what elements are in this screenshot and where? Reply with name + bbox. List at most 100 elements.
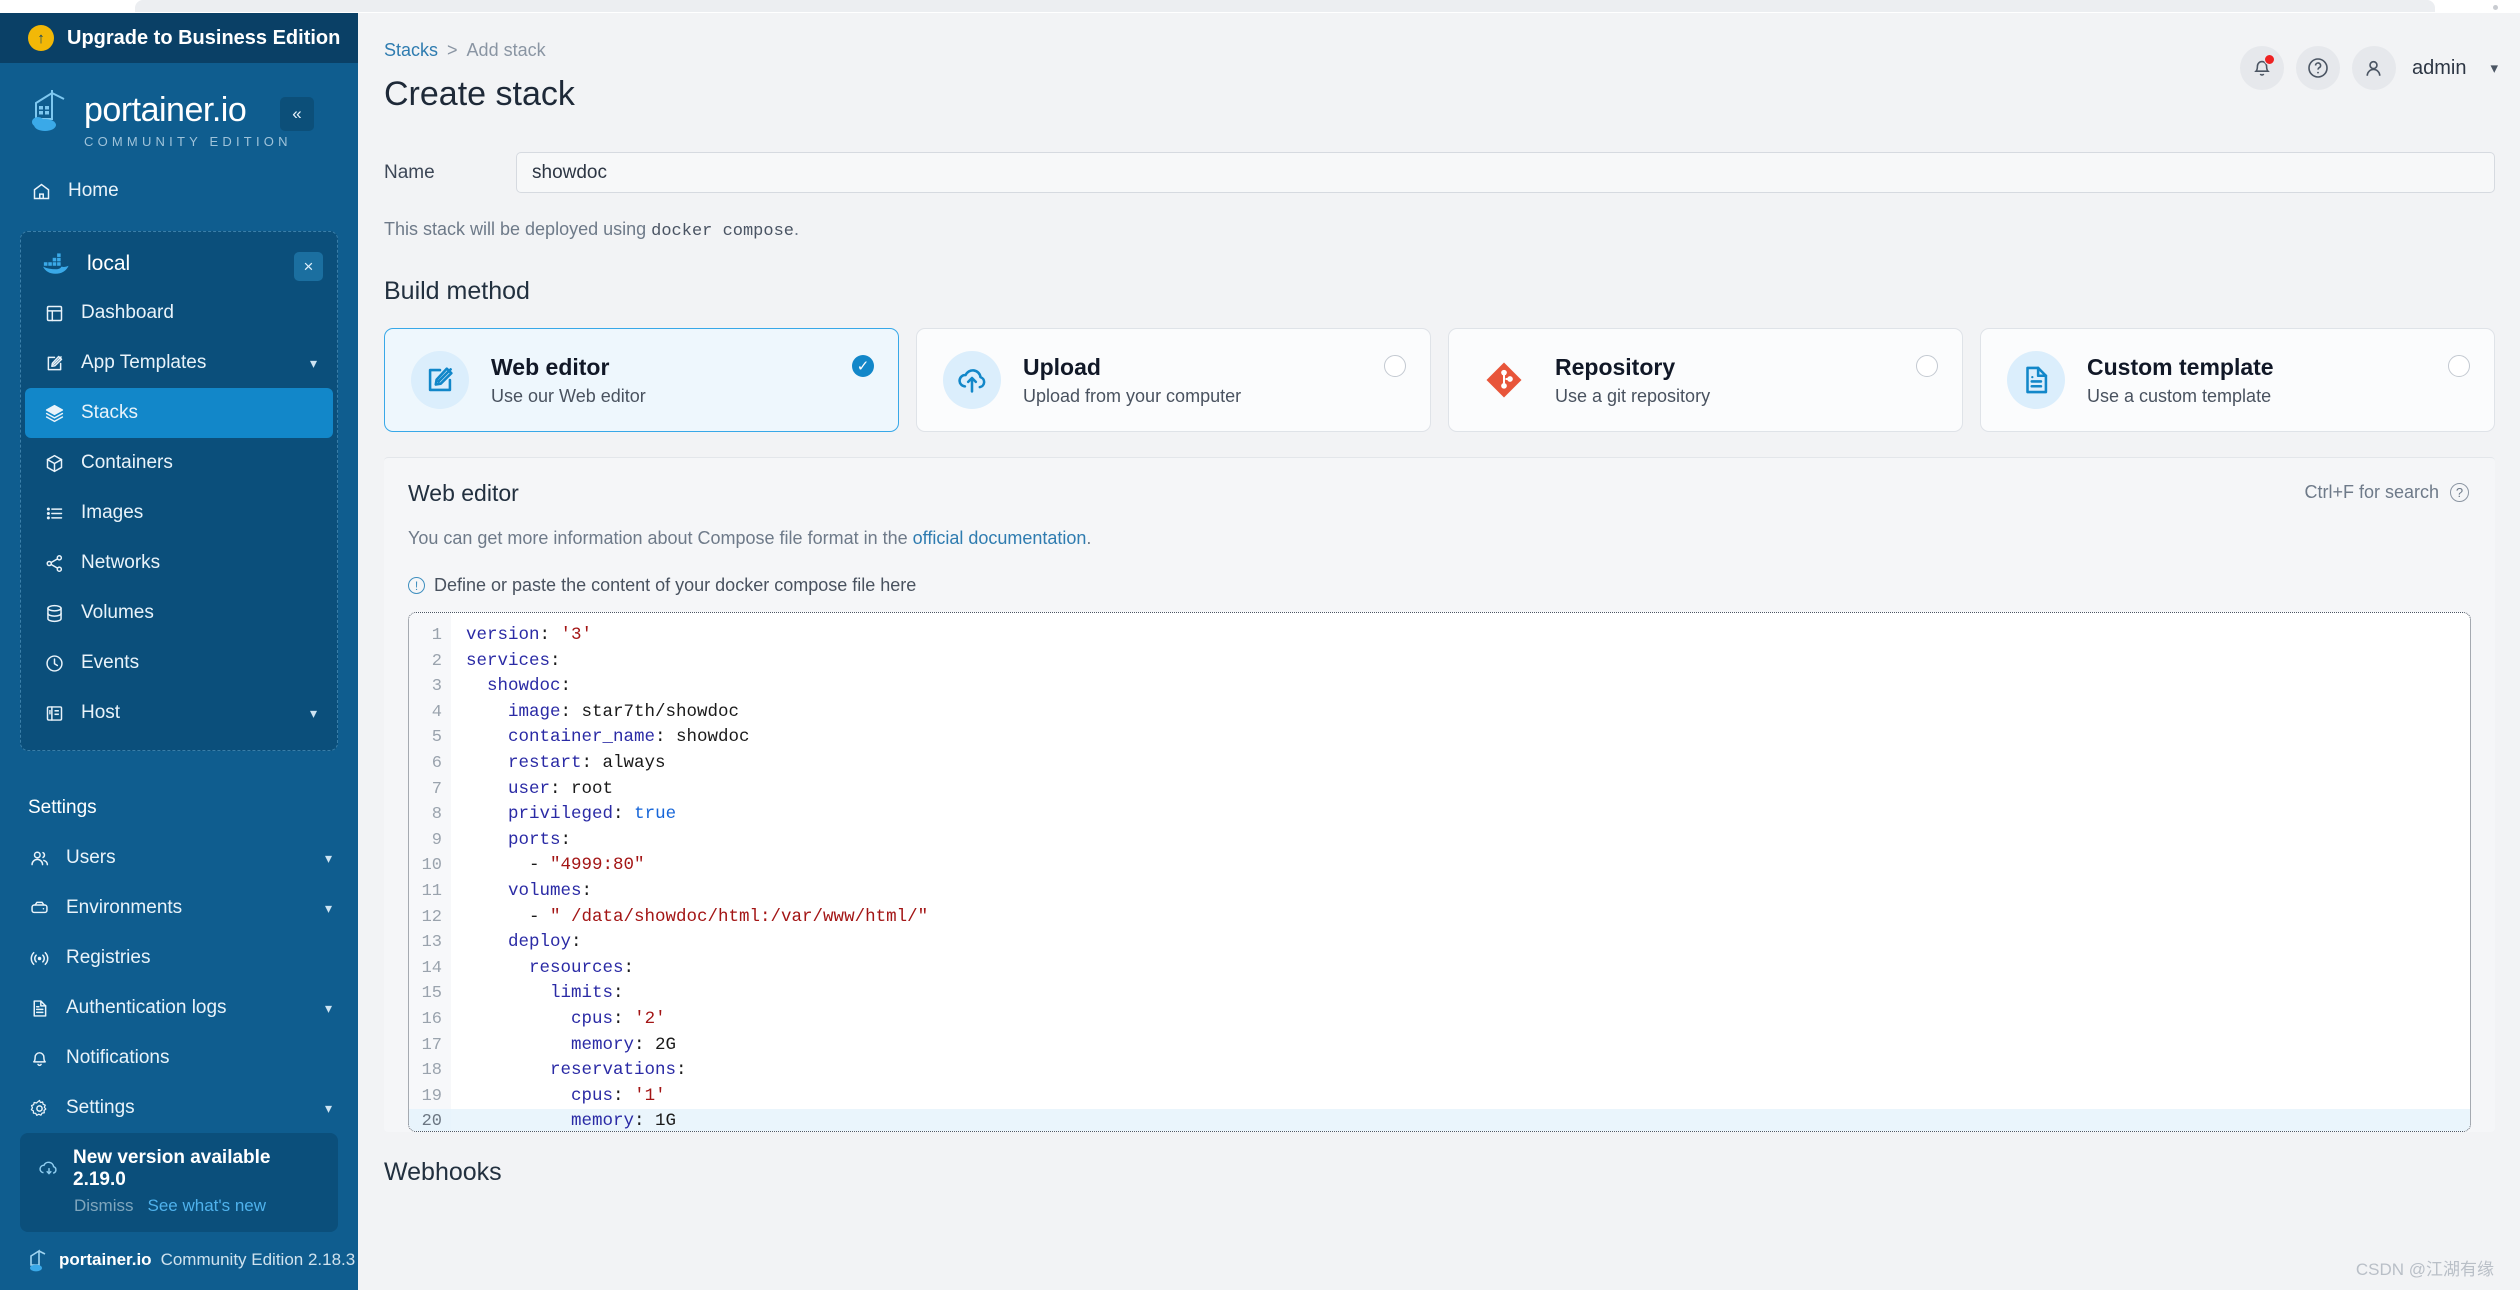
notification-badge [2263, 54, 2275, 65]
environment-header[interactable]: local × [21, 240, 337, 288]
line-number: 1 [431, 626, 442, 645]
avatar[interactable] [2351, 46, 2396, 90]
code-line[interactable]: ports: [451, 828, 2470, 854]
search-hint: Ctrl+F for search ? [2304, 482, 2469, 503]
portainer-logo-icon [30, 89, 72, 133]
sidebar-item-notifications[interactable]: Notifications [20, 1033, 338, 1083]
see-whats-new-link[interactable]: See what's new [148, 1196, 267, 1216]
code-token: cpus [571, 1085, 614, 1106]
build-method-radio[interactable] [1384, 355, 1406, 377]
git-icon [1475, 351, 1533, 409]
close-icon[interactable]: × [294, 252, 323, 281]
build-method-radio[interactable]: ✓ [852, 355, 874, 377]
build-method-desc: Upload from your computer [1023, 385, 1242, 406]
sidebar-item-containers[interactable]: Containers [21, 438, 337, 488]
question-circle-icon[interactable]: ? [2450, 483, 2469, 502]
chevron-down-icon[interactable]: ▾ [325, 850, 332, 867]
build-method-card-custom-template[interactable]: Custom template Use a custom template [1980, 328, 2495, 432]
code-line[interactable]: version: '3' [451, 623, 2470, 649]
line-number: 15 [421, 984, 442, 1004]
code-line[interactable]: resources: [451, 956, 2470, 982]
code-line[interactable]: deploy: [451, 930, 2470, 956]
code-line[interactable]: privileged: true [451, 802, 2470, 828]
code-line[interactable]: cpus: '2' [451, 1007, 2470, 1033]
code-line[interactable]: restart: always [451, 751, 2470, 777]
code-line[interactable]: memory: 2G [451, 1033, 2470, 1059]
sidebar-brand: portainer.io COMMUNITY EDITION « [0, 63, 358, 169]
code-token: : [676, 1060, 687, 1081]
build-method-radio[interactable] [2448, 355, 2470, 377]
upgrade-to-business-edition-button[interactable]: ↑ Upgrade to Business Edition [0, 13, 358, 64]
deploy-hint: This stack will be deployed using docker… [384, 219, 2520, 241]
stack-name-input[interactable] [516, 152, 2495, 193]
sidebar-item-app-templates[interactable]: App Templates ▾ [21, 338, 337, 388]
chevron-down-icon[interactable]: ▾ [310, 705, 317, 722]
code-line[interactable]: reservations: [451, 1058, 2470, 1084]
sidebar-item-stacks[interactable]: Stacks [25, 388, 333, 438]
chevron-double-left-icon[interactable]: « [280, 97, 314, 132]
sidebar-item-authentication-logs[interactable]: Authentication logs ▾ [20, 983, 338, 1033]
build-method-card-repository[interactable]: Repository Use a git repository [1448, 328, 1963, 432]
define-hint: ! Define or paste the content of your do… [408, 575, 2471, 596]
sidebar-item-registries[interactable]: Registries [20, 933, 338, 983]
chevron-down-icon[interactable]: ▾ [310, 355, 317, 372]
info-circle-icon: ! [408, 577, 425, 594]
code-line[interactable]: services: [451, 649, 2470, 675]
line-number: 4 [431, 702, 442, 722]
web-editor-note: You can get more information about Compo… [408, 528, 2471, 549]
code-token: deploy [508, 932, 572, 953]
code-line[interactable]: memory: 1G [451, 1109, 2470, 1131]
breadcrumb-stacks-link[interactable]: Stacks [384, 40, 438, 61]
build-method-card-upload[interactable]: Upload Upload from your computer [916, 328, 1431, 432]
chevron-down-icon[interactable]: ▾ [2490, 59, 2498, 77]
official-documentation-link[interactable]: official documentation [913, 528, 1087, 548]
build-method-radio[interactable] [1916, 355, 1938, 377]
code-line[interactable]: container_name: showdoc [451, 725, 2470, 751]
breadcrumb-current: Add stack [466, 40, 546, 60]
chevron-down-icon[interactable]: ▾ [325, 900, 332, 917]
deploy-hint-code: docker compose [651, 222, 794, 241]
sidebar-item-networks[interactable]: Networks [21, 538, 337, 588]
chevron-down-icon[interactable]: ▾ [325, 1100, 332, 1117]
line-number: 11 [421, 881, 442, 901]
environment-panel: local × Dashboard App Templates ▾ Stacks Con… [20, 231, 338, 751]
code-line[interactable]: user: root [451, 777, 2470, 803]
code-line[interactable]: image: star7th/showdoc [451, 700, 2470, 726]
chevron-down-icon[interactable]: ▾ [325, 1000, 332, 1017]
sidebar-item-host[interactable]: Host ▾ [21, 688, 337, 738]
settings-nav-list: Users ▾ Environments ▾ Registries Authenticat… [20, 833, 338, 1133]
sidebar-item-events[interactable]: Events [21, 638, 337, 688]
sidebar-item-volumes[interactable]: Volumes [21, 588, 337, 638]
code-token: : showdoc [655, 727, 750, 748]
sidebar-item-home[interactable]: Home [0, 169, 358, 213]
sidebar-item-dashboard[interactable]: Dashboard [21, 288, 337, 338]
user-name: admin [2411, 56, 2467, 79]
code-line[interactable]: - " /data/showdoc/html:/var/www/html/" [451, 905, 2470, 931]
notifications-button[interactable] [2239, 46, 2284, 90]
code-line[interactable]: cpus: '1' [451, 1084, 2470, 1110]
compose-code-editor[interactable]: 1 2 3 4 5 6 7 8 9 10 11 12 13 14 15 16 17 18 19 20 version:… [408, 612, 2471, 1132]
sidebar-item-label: Authentication logs [66, 997, 227, 1018]
code-token: : [560, 676, 572, 697]
code-line[interactable]: volumes: [451, 879, 2470, 905]
help-button[interactable] [2295, 46, 2340, 90]
code-token: image [508, 701, 561, 722]
line-number: 3 [431, 677, 442, 697]
sidebar-item-settings[interactable]: Settings ▾ [20, 1083, 338, 1133]
sidebar-item-images[interactable]: Images [21, 488, 337, 538]
line-number: 5 [431, 728, 442, 748]
dismiss-version-link[interactable]: Dismiss [74, 1196, 134, 1216]
build-method-card-web-editor[interactable]: Web editor Use our Web editor ✓ [384, 328, 899, 432]
share-nodes-icon [43, 552, 65, 574]
sidebar-item-users[interactable]: Users ▾ [20, 833, 338, 883]
code-content-area[interactable]: version: '3' services: showdoc: image: st… [451, 613, 2470, 1131]
code-line[interactable]: - "4999:80" [451, 853, 2470, 879]
code-token: '1' [634, 1085, 666, 1106]
stack-name-row: Name [384, 152, 2520, 193]
code-line[interactable]: limits: [451, 981, 2470, 1007]
sidebar-item-environments[interactable]: Environments ▾ [20, 883, 338, 933]
code-line[interactable]: showdoc: [451, 674, 2470, 700]
footer-edition: Community Edition 2.18.3 [160, 1250, 356, 1269]
